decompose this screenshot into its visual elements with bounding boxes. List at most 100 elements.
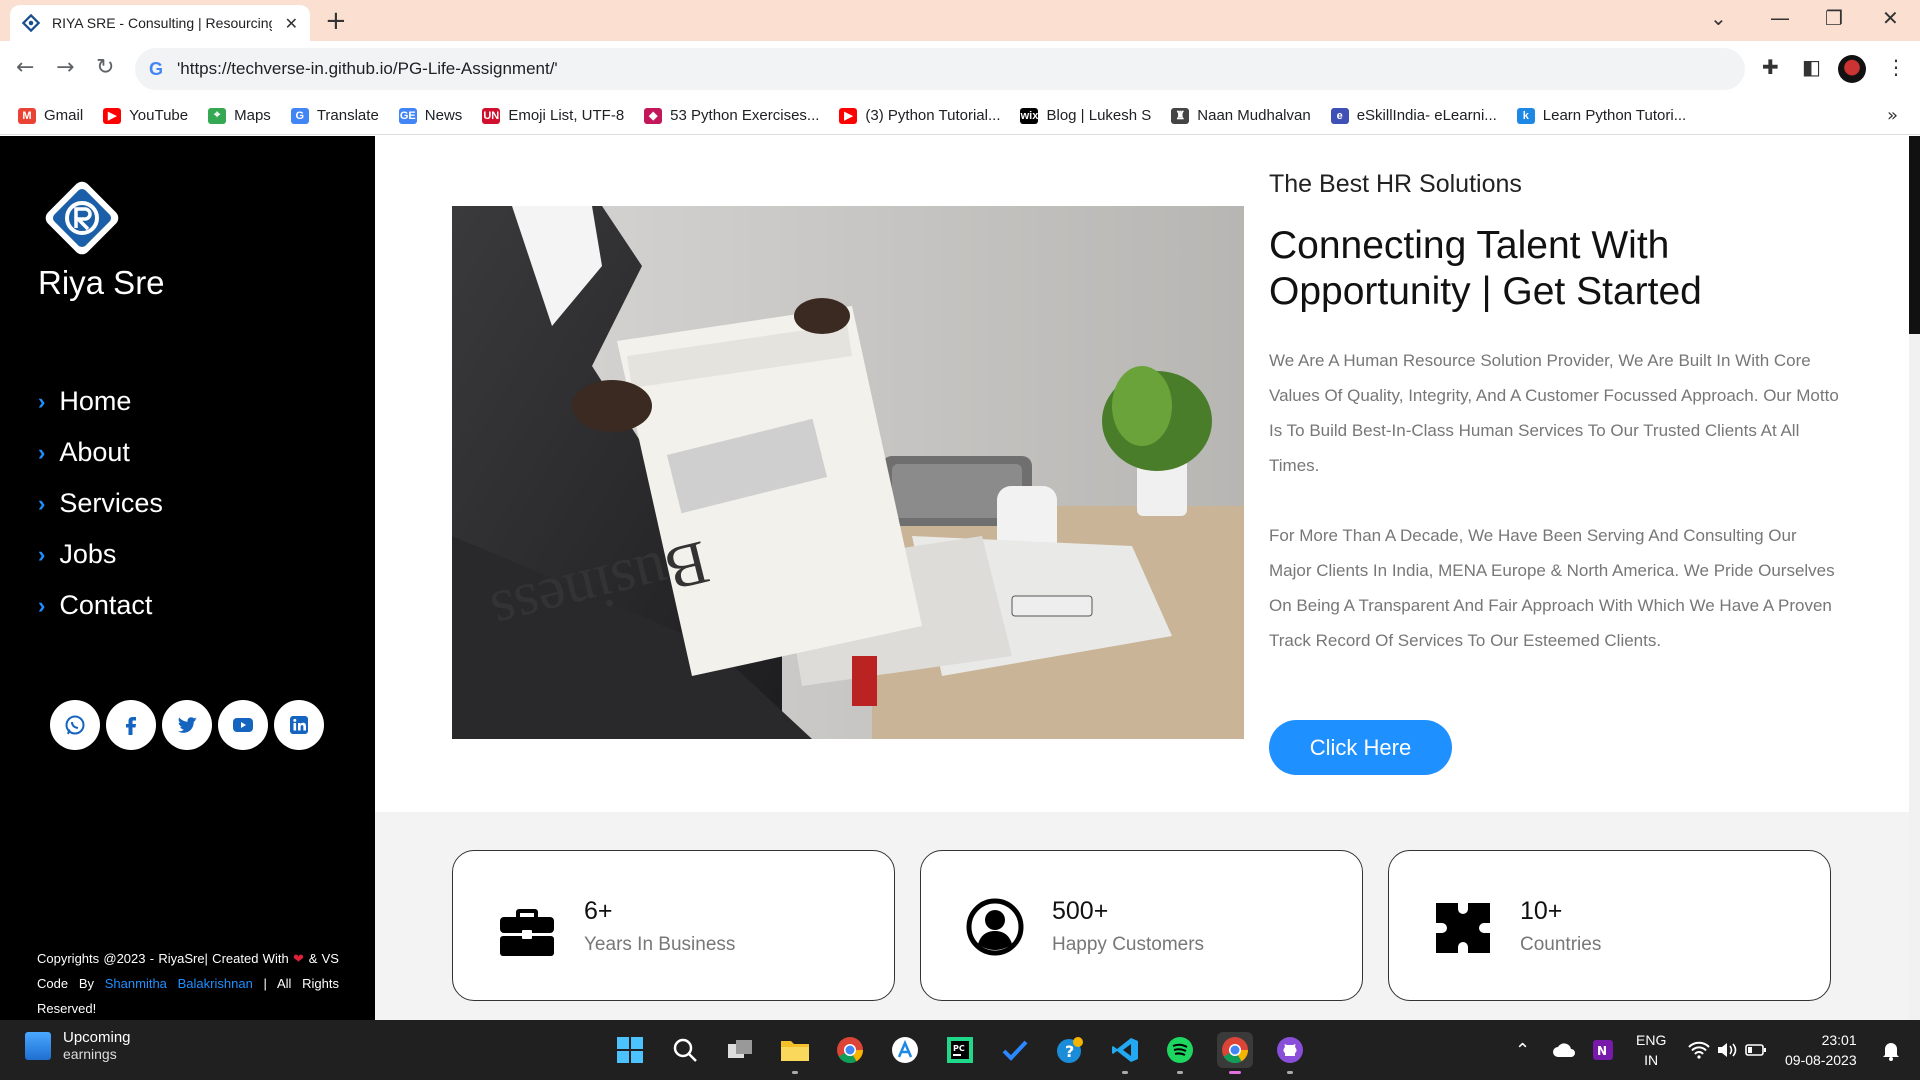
language-code: ENG (1636, 1032, 1667, 1048)
restore-icon[interactable]: ❐ (1825, 6, 1843, 30)
side-panel-icon[interactable]: ◧ (1802, 55, 1821, 79)
back-icon[interactable]: ← (16, 55, 34, 80)
tab-title: RIYA SRE - Consulting | Resourcing (52, 15, 272, 31)
bookmark-item[interactable]: e eSkillIndia- eLearni... (1330, 107, 1497, 124)
bookmark-item[interactable]: ▶ (3) Python Tutorial... (839, 107, 1000, 124)
youtube-icon: ▶ (839, 107, 858, 124)
spotify-icon (1167, 1037, 1193, 1063)
nav-label: Jobs (59, 539, 117, 569)
app-store-icon (892, 1037, 918, 1063)
extensions-icon[interactable]: ✚ (1762, 55, 1779, 79)
pycharm-icon: PC (947, 1037, 973, 1063)
onenote-icon[interactable]: N (1592, 1020, 1614, 1080)
forward-icon[interactable]: → (56, 55, 74, 80)
emoji-list-icon: UN (482, 107, 501, 124)
running-indicator (1287, 1071, 1293, 1074)
github-desktop-button[interactable] (1272, 1032, 1308, 1074)
bookmark-item[interactable]: M Gmail (18, 107, 83, 124)
sidebar: Riya Sre › Home › About › Services › Job… (0, 136, 375, 1020)
chrome-profile-button[interactable] (1217, 1032, 1253, 1074)
nav-item-contact[interactable]: › Contact (38, 580, 163, 631)
bookmarks-overflow-icon[interactable]: » (1887, 105, 1898, 126)
wifi-icon[interactable] (1688, 1020, 1710, 1080)
youtube-link[interactable] (218, 700, 268, 750)
youtube-icon (233, 718, 253, 732)
bookmark-item[interactable]: ▶ YouTube (103, 107, 188, 124)
volume-icon[interactable] (1716, 1020, 1738, 1080)
bookmark-item[interactable]: ♜ Naan Mudhalvan (1171, 107, 1311, 124)
language-indicator[interactable]: ENG IN (1636, 1030, 1666, 1070)
linkedin-link[interactable] (274, 700, 324, 750)
clock-date: 09-08-2023 (1785, 1052, 1857, 1068)
show-hidden-icons-chevron-icon[interactable]: ⌃ (1515, 1020, 1530, 1080)
graduation-icon: ♜ (1171, 107, 1190, 124)
chevron-right-icon: › (38, 439, 46, 465)
widget-title: Upcoming (63, 1029, 131, 1046)
battery-icon[interactable] (1745, 1020, 1767, 1080)
bookmark-item[interactable]: UN Emoji List, UTF-8 (482, 107, 624, 124)
weather-widget[interactable]: Upcoming earnings (25, 1029, 131, 1062)
file-explorer-button[interactable] (777, 1032, 813, 1074)
profile-avatar[interactable] (1838, 55, 1866, 83)
bookmark-item[interactable]: GE News (398, 107, 463, 124)
help-button[interactable]: ? (1052, 1032, 1088, 1068)
hero-headline: Connecting Talent With Opportunity | Get… (1269, 224, 1702, 313)
riya-sre-logo[interactable] (40, 176, 124, 260)
bookmark-item[interactable]: ⌖ Maps (208, 107, 271, 124)
menu-kebab-icon[interactable]: ⋮ (1886, 55, 1906, 79)
search-button[interactable] (667, 1032, 703, 1068)
nav-item-services[interactable]: › Services (38, 478, 163, 529)
nav-item-home[interactable]: › Home (38, 376, 163, 427)
spotify-button[interactable] (1162, 1032, 1198, 1074)
bookmark-item[interactable]: G Translate (290, 107, 379, 124)
address-bar[interactable]: G 'https://techverse-in.github.io/PG-Lif… (135, 48, 1745, 90)
browser-tab[interactable]: RIYA SRE - Consulting | Resourcing ✕ (10, 5, 310, 41)
bookmark-label: Translate (316, 107, 379, 124)
twitter-link[interactable] (162, 700, 212, 750)
whatsapp-link[interactable] (50, 700, 100, 750)
brand-name[interactable]: Riya Sre (38, 264, 165, 302)
vscode-button[interactable] (1107, 1032, 1143, 1074)
widget-subtitle: earnings (63, 1046, 117, 1062)
tab-search-chevron-icon[interactable]: ⌄ (1710, 6, 1727, 30)
hero-tagline: The Best HR Solutions (1269, 170, 1522, 198)
chevron-right-icon: › (38, 388, 46, 414)
bookmark-label: News (424, 107, 463, 124)
todo-button[interactable] (997, 1032, 1033, 1068)
nav-label: Services (59, 488, 163, 518)
stat-number: 500+ (1052, 897, 1109, 925)
task-view-button[interactable] (722, 1032, 758, 1068)
nav-item-jobs[interactable]: › Jobs (38, 529, 163, 580)
click-here-button[interactable]: Click Here (1269, 720, 1452, 775)
bookmark-label: Naan Mudhalvan (1197, 107, 1311, 124)
chrome-button[interactable] (832, 1032, 868, 1068)
hero-paragraph-1: We Are A Human Resource Solution Provide… (1269, 351, 1839, 475)
url-text[interactable]: 'https://techverse-in.github.io/PG-Life-… (177, 59, 558, 79)
system-clock[interactable]: 23:01 09-08-2023 (1785, 1030, 1857, 1070)
wix-icon: wix (1020, 107, 1039, 124)
copyright-prefix: Copyrights @2023 - RiyaSre| Created With (37, 951, 289, 966)
nav-label: Contact (59, 590, 153, 620)
notification-icon[interactable] (1880, 1020, 1902, 1080)
bookmark-item[interactable]: k Learn Python Tutori... (1516, 107, 1686, 124)
author-link[interactable]: Shanmitha Balakrishnan (105, 976, 253, 991)
facebook-link[interactable] (106, 700, 156, 750)
new-tab-button[interactable]: + (325, 6, 347, 36)
start-button[interactable] (612, 1032, 648, 1068)
maps-icon: ⌖ (208, 107, 227, 124)
chrome-icon (1222, 1037, 1249, 1064)
vscode-icon (1112, 1038, 1138, 1062)
heart-icon: ❤ (292, 951, 305, 966)
onedrive-icon[interactable] (1552, 1020, 1576, 1080)
page-scrollbar-thumb[interactable] (1909, 136, 1920, 334)
reload-icon[interactable]: ↻ (96, 55, 114, 80)
bookmark-label: (3) Python Tutorial... (865, 107, 1001, 124)
close-window-icon[interactable]: ✕ (1882, 6, 1899, 30)
bookmark-item[interactable]: wix Blog | Lukesh S (1020, 107, 1151, 124)
nav-item-about[interactable]: › About (38, 427, 163, 478)
pycharm-button[interactable]: PC (942, 1032, 978, 1068)
app-installer-button[interactable] (887, 1032, 923, 1068)
minimize-icon[interactable]: — (1770, 6, 1790, 30)
bookmark-item[interactable]: ◆ 53 Python Exercises... (644, 107, 819, 124)
tab-close-icon[interactable]: ✕ (285, 14, 298, 33)
